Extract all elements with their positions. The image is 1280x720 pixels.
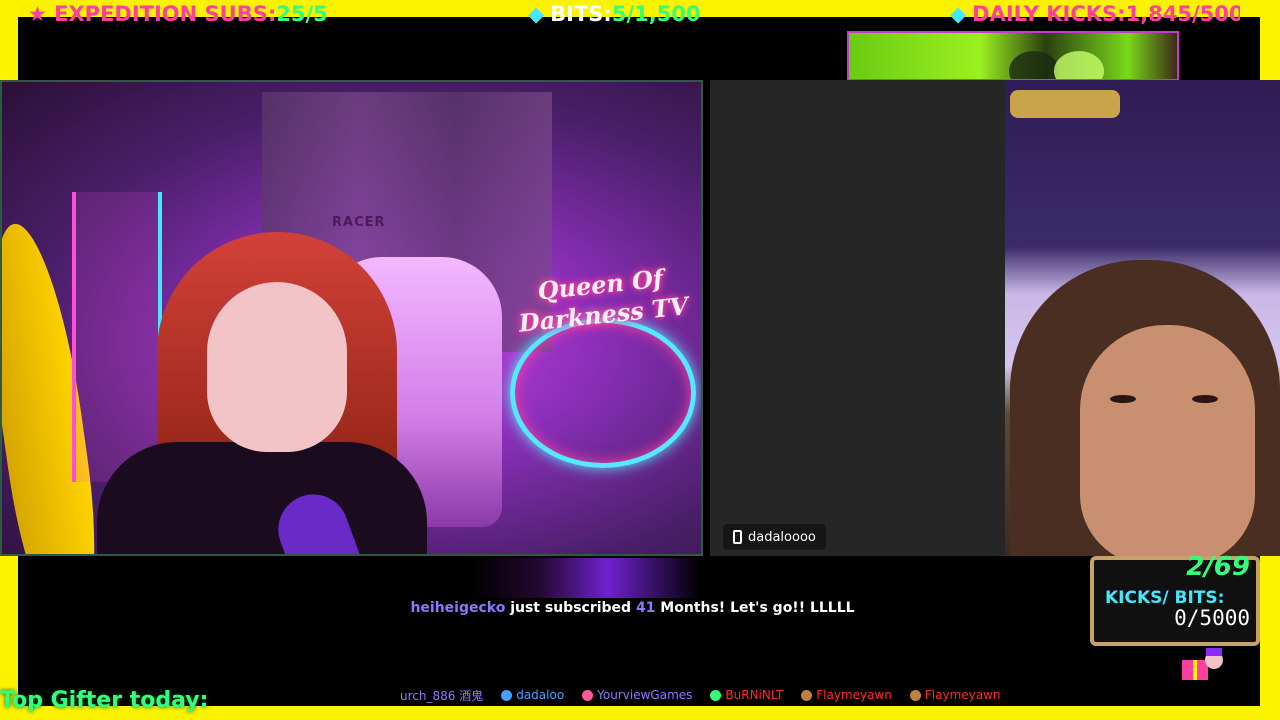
expedition-goal-value: 25/500 — [276, 2, 328, 26]
bits-goal: ◆ BITS:5/1,500 — [528, 2, 718, 26]
top-gifter-label: Top Gifter today: — [0, 688, 209, 713]
ticker-username: urch_886 酒鬼 — [400, 688, 484, 703]
ticker-item: urch_886 酒鬼 — [400, 687, 483, 704]
guest-camera-feed — [1005, 80, 1280, 556]
mini-cam-subject — [1009, 51, 1059, 79]
daily-kicks-goal: ◆DAILY KICKS:1,845/5000 — [950, 2, 1240, 26]
daily-kicks-value: 1,845/5000 — [1125, 2, 1240, 26]
supporter-ticker: urch_886 酒鬼 dadaloo YourviewGames BuRNiNLT F… — [400, 686, 1260, 704]
badge-icon — [582, 689, 594, 701]
neon-sign-ring — [510, 318, 696, 468]
expedition-goal-label: ★ EXPEDITION SUBS: — [28, 2, 277, 26]
streamer-body — [97, 442, 427, 554]
ticker-username: Flaymeyawn — [924, 688, 1001, 702]
wall-plank — [1010, 90, 1120, 118]
ticker-item: Flaymeyawn — [801, 688, 892, 702]
ticker-username: Flaymeyawn — [816, 688, 892, 702]
expedition-goal: ★ EXPEDITION SUBS:25/500 — [28, 2, 328, 26]
alert-username: heiheigecko — [410, 600, 506, 616]
badge-icon — [710, 689, 722, 701]
alert-months: 41 — [635, 600, 656, 616]
phone-icon — [733, 530, 742, 544]
guest-eye-right — [1192, 395, 1218, 403]
alert-lightning-effect — [470, 558, 700, 598]
ticker-username: dadaloo — [516, 688, 565, 702]
kicks-bits-label: KICKS/ BITS: — [1105, 588, 1225, 608]
gift-icon — [1182, 648, 1223, 680]
participant-username: dadaloooo — [748, 529, 816, 545]
badge-icon — [909, 689, 921, 701]
ticker-item: YourviewGames — [582, 688, 692, 702]
streamer-face — [207, 282, 347, 452]
chair-brand-text: RACER — [332, 215, 386, 230]
participant-name-tag: dadaloooo — [723, 524, 826, 550]
gem-icon: ◆ — [528, 2, 545, 26]
guest-face — [1080, 325, 1255, 556]
diamond-icon: ◆ — [950, 2, 967, 26]
ticker-item: BuRNiNLT — [710, 688, 783, 702]
ticker-username: BuRNiNLT — [725, 688, 784, 702]
kicks-bits-value: 0/5000 — [1174, 606, 1250, 630]
badge-icon — [501, 689, 513, 701]
guest-eye-left — [1110, 395, 1136, 403]
bits-goal-value: 5/1,500 — [611, 2, 701, 26]
badge-icon — [801, 689, 813, 701]
call-participant-panel — [710, 80, 1005, 556]
alert-text-before: just subscribed — [510, 600, 632, 616]
daily-kicks-label: DAILY KICKS: — [972, 2, 1126, 26]
subscription-alert: heiheigecko just subscribed 41 Months! L… — [0, 600, 1265, 616]
kicks-count: 2/69 — [1186, 552, 1250, 582]
ticker-item: Flaymeyawn — [909, 688, 1001, 702]
ticker-username: YourviewGames — [597, 688, 693, 702]
alert-text-after: Months! Let's go!! LLLLL — [660, 600, 855, 616]
secondary-camera-feed — [847, 31, 1179, 81]
mini-cam-light — [1054, 51, 1104, 79]
bits-goal-label: BITS: — [550, 2, 612, 26]
ticker-item: dadaloo — [501, 688, 564, 702]
streamer — [97, 232, 427, 554]
